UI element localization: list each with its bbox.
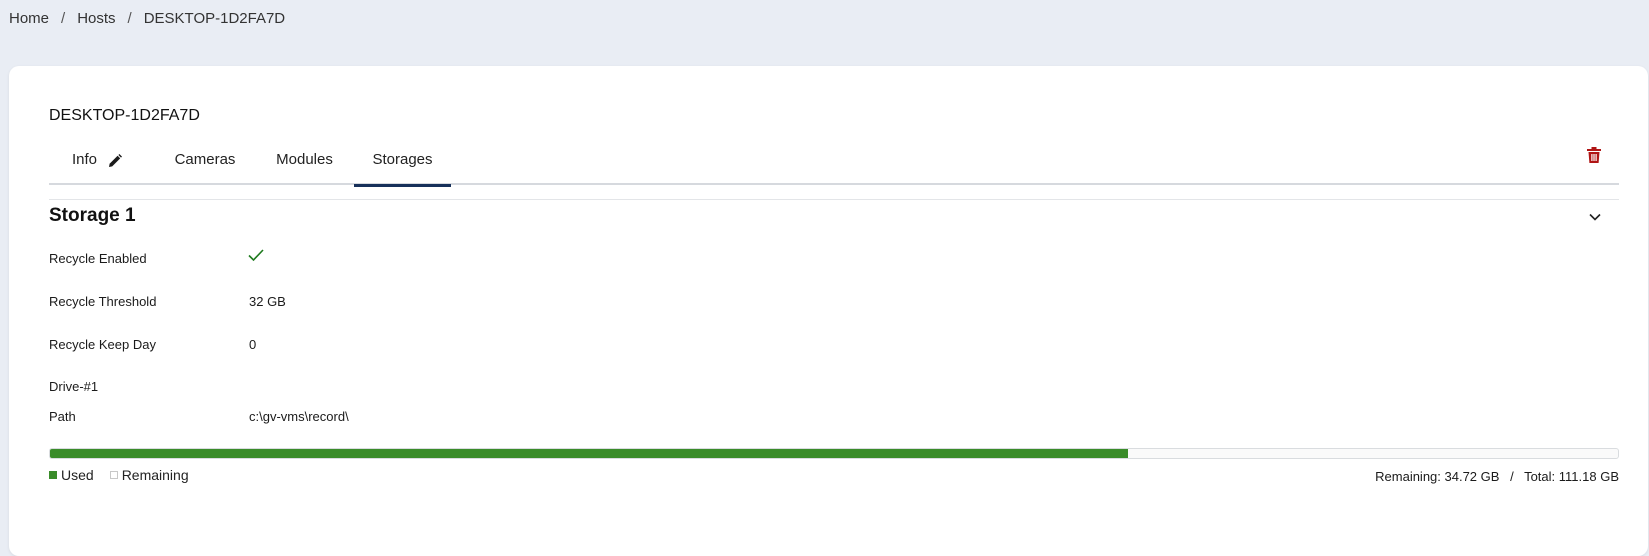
total-text: Total: 111.18 GB <box>1524 469 1619 484</box>
remaining-text: Remaining: 34.72 GB <box>1375 469 1500 484</box>
storage-usage-bar <box>49 448 1619 459</box>
section-divider <box>49 199 1619 200</box>
breadcrumb-home[interactable]: Home <box>9 10 49 27</box>
tab-info[interactable]: Info <box>49 144 155 185</box>
recycle-enabled-label: Recycle Enabled <box>49 251 147 266</box>
recycle-keep-day-label: Recycle Keep Day <box>49 337 156 352</box>
path-label: Path <box>49 409 76 424</box>
recycle-keep-day-value: 0 <box>249 337 257 352</box>
pencil-icon[interactable] <box>107 153 123 169</box>
tab-info-label: Info <box>72 151 98 168</box>
breadcrumb-hosts[interactable]: Hosts <box>77 10 115 27</box>
breadcrumb: Home / Hosts / DESKTOP-1D2FA7D <box>9 10 285 27</box>
totals-separator: / <box>1510 469 1514 484</box>
tab-storages-label: Storages <box>372 151 433 168</box>
usage-legend: Used Remaining <box>49 467 189 483</box>
active-tab-indicator <box>354 184 451 187</box>
checkmark-icon <box>248 249 264 262</box>
breadcrumb-separator: / <box>127 10 132 27</box>
legend-used-label: Used <box>61 467 94 483</box>
storage-usage-fill <box>50 449 1129 458</box>
legend-remaining-label: Remaining <box>121 467 189 483</box>
breadcrumb-separator: / <box>61 10 66 27</box>
recycle-threshold-label: Recycle Threshold <box>49 294 157 309</box>
tab-modules[interactable]: Modules <box>255 144 354 185</box>
host-detail-card: DESKTOP-1D2FA7D Info Cameras Modules Sto… <box>9 66 1648 556</box>
storage-title: Storage 1 <box>49 205 136 226</box>
breadcrumb-current: DESKTOP-1D2FA7D <box>143 10 286 27</box>
tab-storages[interactable]: Storages <box>354 144 451 187</box>
used-swatch <box>49 471 57 479</box>
remaining-swatch <box>109 471 118 479</box>
page-title: DESKTOP-1D2FA7D <box>49 107 200 124</box>
recycle-threshold-value: 32 GB <box>249 294 286 309</box>
usage-totals: Remaining: 34.72 GB / Total: 111.18 GB <box>1375 469 1619 484</box>
drive-label: Drive-#1 <box>49 379 99 394</box>
path-value: c:\gv-vms\record\ <box>249 409 349 424</box>
tab-bar: Info Cameras Modules Storages <box>49 144 1619 187</box>
chevron-down-icon[interactable] <box>1587 209 1603 225</box>
trash-icon[interactable] <box>1586 146 1602 164</box>
tab-cameras[interactable]: Cameras <box>155 144 255 185</box>
